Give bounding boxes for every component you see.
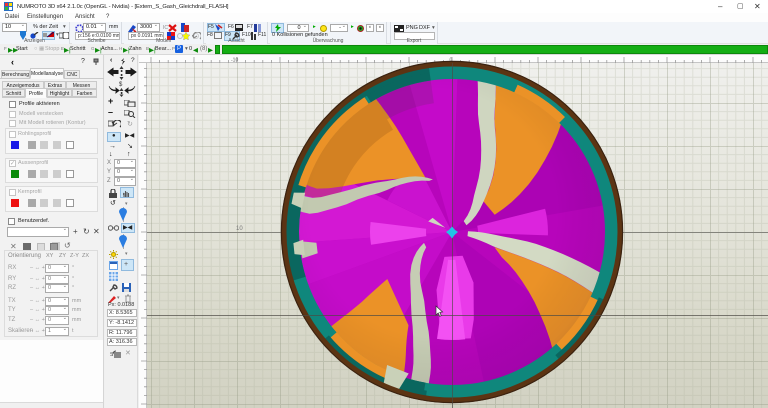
svg-text:10: 10 [236,226,243,232]
svg-text:$: $ [119,82,123,88]
svg-text:-10: -10 [231,58,238,64]
